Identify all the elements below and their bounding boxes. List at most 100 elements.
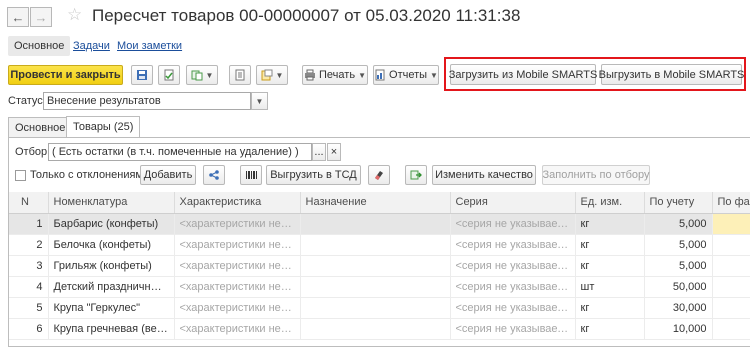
column-header-characteristic[interactable]: Характеристика [174,192,301,214]
filter-label: Отбор: [15,146,51,158]
table-row[interactable]: 5 Крупа "Геркулес" <характеристики не ис… [9,297,750,319]
row-unit[interactable]: кг [575,213,645,235]
attachment-icon [261,69,273,81]
post-and-close-button[interactable]: Провести и закрыть [8,65,123,85]
column-header-unit[interactable]: Ед. изм. [575,192,645,214]
table-row[interactable]: 2 Белочка (конфеты) <характеристики не и… [9,234,750,256]
row-characteristic[interactable]: <характеристики не исп... [174,234,301,256]
column-header-series[interactable]: Серия [450,192,576,214]
table-row[interactable]: 4 Детский праздничный н... <характеристи… [9,276,750,298]
row-series[interactable]: <серия не указывается> [450,318,576,340]
filter-select-button[interactable]: ... [312,143,326,161]
structure-button[interactable] [229,65,251,85]
forward-button[interactable]: → [30,7,52,27]
row-unit[interactable]: кг [575,255,645,277]
row-actual-qty[interactable] [712,297,750,319]
row-series[interactable]: <серия не указывается> [450,255,576,277]
row-series[interactable]: <серия не указывается> [450,234,576,256]
table-row[interactable]: 3 Грильяж (конфеты) <характеристики не и… [9,255,750,277]
create-based-on-icon [191,70,203,81]
unload-to-mobile-smarts-button[interactable]: Выгрузить в Mobile SMARTS [599,64,744,85]
tab-main[interactable]: Основное [8,36,71,56]
column-header-purpose[interactable]: Назначение [300,192,451,214]
filter-field[interactable]: ( Есть остатки (в т.ч. помеченные на уда… [48,143,312,161]
table-row[interactable]: 1 Барбарис (конфеты) <характеристики не … [9,213,750,235]
column-header-accounted[interactable]: По учету [644,192,713,214]
row-nomenclature[interactable]: Крупа гречневая (весов... [48,318,175,340]
reports-button[interactable]: Отчеты ▼ [373,65,439,85]
tab-goods[interactable]: Товары (25) [66,116,141,137]
row-purpose[interactable] [300,213,451,235]
tab-tasks[interactable]: Задачи [73,40,110,52]
back-button[interactable]: ← [7,7,29,27]
unload-to-tsd-button[interactable]: Выгрузить в ТСД [266,165,361,185]
post-button[interactable] [158,65,180,85]
row-number: 2 [9,234,49,256]
row-unit[interactable]: кг [575,297,645,319]
status-dropdown-button[interactable]: ▼ [251,92,268,110]
row-characteristic[interactable]: <характеристики не исп... [174,276,301,298]
status-select[interactable]: Внесение результатов [43,92,251,110]
row-characteristic[interactable]: <характеристики не исп... [174,297,301,319]
row-characteristic[interactable]: <характеристики не исп... [174,318,301,340]
row-unit[interactable]: кг [575,318,645,340]
row-purpose[interactable] [300,255,451,277]
load-from-mobile-smarts-button[interactable]: Загрузить из Mobile SMARTS [449,64,597,85]
tab-my-notes[interactable]: Мои заметки [117,40,182,52]
row-accounted-qty: 30,000 [644,297,713,319]
window-title: Пересчет товаров 00-00000007 от 05.03.20… [92,6,521,25]
row-purpose[interactable] [300,318,451,340]
fill-button[interactable] [405,165,427,185]
print-button[interactable]: Печать ▼ [302,65,368,85]
column-header-nomenclature[interactable]: Номенклатура [48,192,175,214]
row-actual-qty[interactable] [712,234,750,256]
attachments-button[interactable]: ▼ [256,65,288,85]
arrow-right-icon: → [34,9,48,25]
column-header-n[interactable]: N [9,192,49,214]
row-actual-qty[interactable] [712,318,750,340]
row-purpose[interactable] [300,234,451,256]
row-accounted-qty: 10,000 [644,318,713,340]
row-nomenclature[interactable]: Детский праздничный н... [48,276,175,298]
only-deviations-checkbox[interactable] [15,170,26,181]
document-post-icon [164,69,174,81]
favorite-star-icon[interactable]: ☆ [67,5,82,25]
row-characteristic[interactable]: <характеристики не исп... [174,213,301,235]
table-row[interactable]: 6 Крупа гречневая (весов... <характерист… [9,318,750,340]
eraser-button[interactable] [368,165,390,185]
change-quality-button[interactable]: Изменить качество [432,165,536,185]
row-purpose[interactable] [300,297,451,319]
dropdown-caret-icon: ▼ [275,70,284,80]
print-label: Печать [319,69,356,81]
row-series[interactable]: <серия не указывается> [450,276,576,298]
column-header-actual[interactable]: По фа [712,192,750,214]
tab-doc-main[interactable]: Основное [8,117,73,137]
row-actual-qty[interactable] [712,255,750,277]
row-number: 6 [9,318,49,340]
add-button[interactable]: Добавить [140,165,196,185]
fill-by-filter-button[interactable]: Заполнить по отбору [542,165,650,185]
row-actual-qty[interactable] [712,276,750,298]
row-purpose[interactable] [300,276,451,298]
filter-clear-button[interactable]: × [327,143,341,161]
printer-icon [305,69,316,81]
eraser-icon [375,171,383,180]
save-button[interactable] [131,65,153,85]
share-button[interactable] [203,165,225,185]
row-characteristic[interactable]: <характеристики не исп... [174,255,301,277]
barcode-button[interactable] [240,165,262,185]
row-accounted-qty: 5,000 [644,255,713,277]
row-unit[interactable]: кг [575,234,645,256]
row-actual-qty[interactable] [712,213,750,235]
row-nomenclature[interactable]: Крупа "Геркулес" [48,297,175,319]
row-nomenclature[interactable]: Грильяж (конфеты) [48,255,175,277]
row-series[interactable]: <серия не указывается> [450,297,576,319]
fill-green-icon [410,170,422,180]
create-based-on-button[interactable]: ▼ [186,65,218,85]
row-unit[interactable]: шт [575,276,645,298]
list-document-icon [235,69,245,81]
report-icon [375,69,385,81]
row-nomenclature[interactable]: Барбарис (конфеты) [48,213,175,235]
row-series[interactable]: <серия не указывается> [450,213,576,235]
row-nomenclature[interactable]: Белочка (конфеты) [48,234,175,256]
